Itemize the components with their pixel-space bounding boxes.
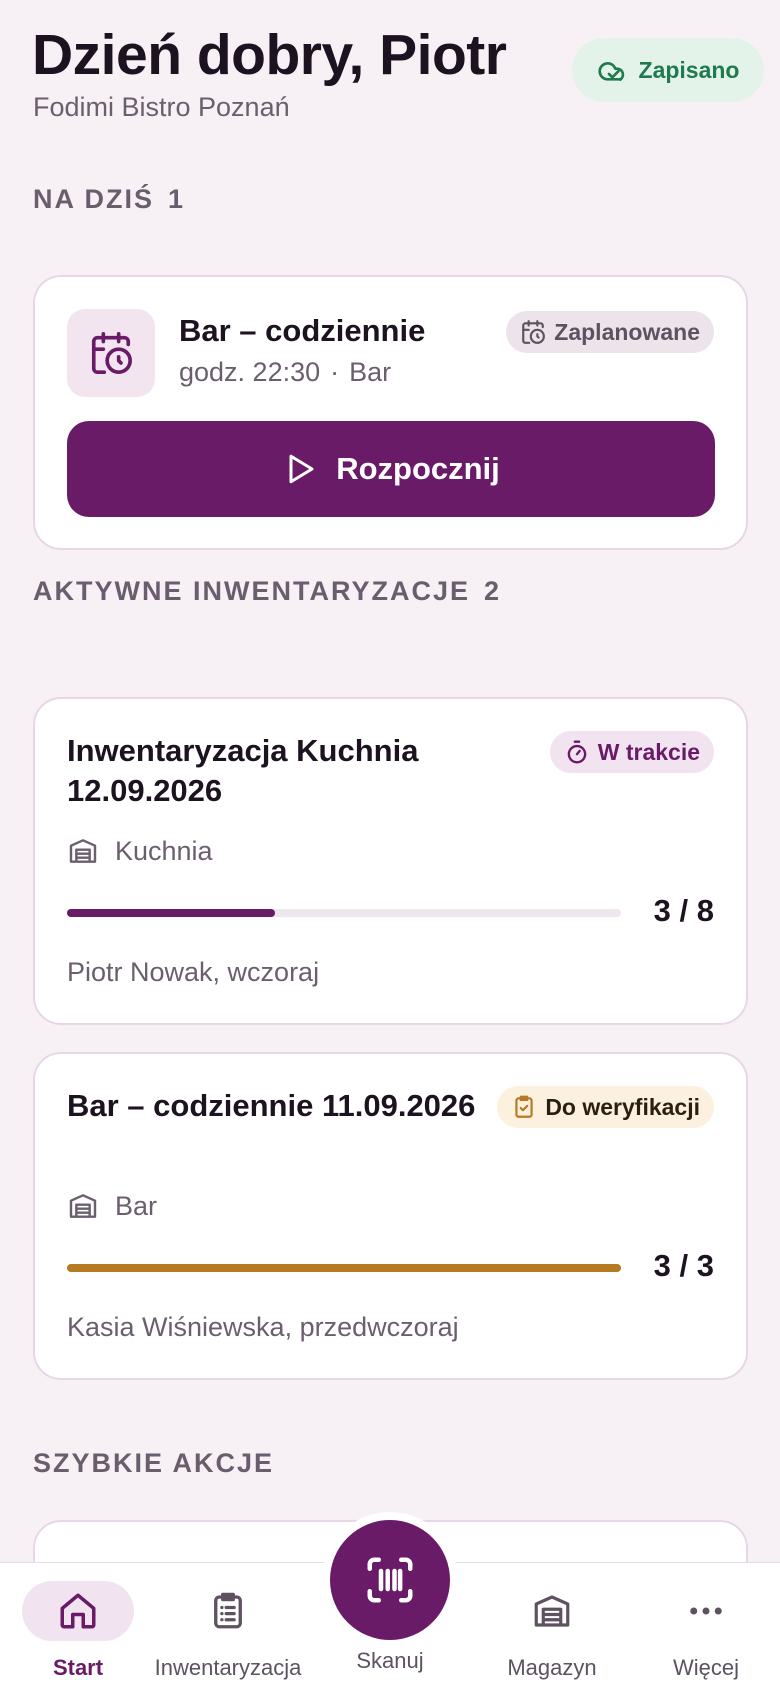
nav-item-more[interactable]: Więcej: [628, 1563, 780, 1688]
inventory-author: Kasia Wiśniewska, przedwczoraj: [67, 1312, 459, 1342]
nav-icon-more: [650, 1581, 762, 1641]
status-badge-label: W trakcie: [597, 738, 700, 765]
nav-item-inventory[interactable]: Inwentaryzacja: [150, 1563, 306, 1688]
scheduled-task-title: Bar – codziennie: [179, 313, 426, 348]
status-badge: Do weryfikacji: [497, 1086, 714, 1128]
warehouse-icon: [69, 839, 97, 863]
progress-bar: [67, 1264, 621, 1272]
scheduled-badge: Zaplanowane: [506, 311, 714, 353]
section-title-active-label: AKTYWNE INWENTARYZACJE: [33, 576, 470, 606]
nav-item-warehouse[interactable]: Magazyn: [474, 1563, 630, 1688]
nav-label-more: Więcej: [672, 1655, 739, 1680]
progress-count: 3 / 3: [653, 1248, 714, 1283]
inventory-card[interactable]: Inwentaryzacja Kuchnia 12.09.2026 W trak…: [33, 697, 748, 1025]
section-title-today-label: NA DZIŚ: [33, 184, 154, 214]
clipboard-check-icon: [515, 1095, 533, 1118]
progress-count: 3 / 8: [653, 893, 714, 928]
inventory-location-label: Kuchnia: [115, 835, 213, 866]
scan-button[interactable]: [330, 1520, 450, 1640]
section-count-today: 1: [168, 184, 186, 214]
saved-status-label: Zapisano: [638, 56, 740, 83]
section-count-active: 2: [484, 576, 502, 606]
start-button[interactable]: Rozpocznij: [67, 421, 715, 517]
inventory-card[interactable]: Bar – codziennie 11.09.2026 Do weryfikac…: [33, 1052, 748, 1380]
cloud-check-icon: [597, 62, 624, 81]
progress-fill: [67, 1264, 621, 1272]
progress-bar: [67, 909, 621, 917]
nav-icon-start: [22, 1581, 134, 1641]
section-title-active: AKTYWNE INWENTARYZACJE 2: [33, 576, 501, 607]
inventory-title: Bar – codziennie 11.09.2026: [67, 1088, 476, 1123]
inventory-title: Inwentaryzacja Kuchnia 12.09.2026: [67, 733, 419, 808]
calendar-clock-icon: [522, 320, 546, 344]
scheduled-task-meta: godz. 22:30 · Bar: [179, 357, 391, 388]
saved-status-badge: Zapisano: [572, 38, 764, 102]
venue-name: Fodimi Bistro Poznań: [33, 92, 290, 122]
scheduled-task-location: Bar: [349, 357, 392, 387]
nav-icon-warehouse: [496, 1581, 608, 1641]
nav-label-inventory: Inwentaryzacja: [154, 1655, 302, 1680]
nav-label-start: Start: [52, 1655, 104, 1680]
clipboard-list-icon: [214, 1592, 242, 1629]
nav-icon-inventory: [172, 1581, 284, 1641]
start-button-label: Rozpocznij: [336, 451, 500, 486]
calendar-clock-icon: [67, 309, 155, 397]
inventory-location: Bar: [67, 1190, 157, 1222]
nav-label-scan: Skanuj: [356, 1648, 424, 1673]
status-badge-label: Do weryfikacji: [545, 1093, 700, 1120]
section-title-quick-actions: SZYBKIE AKCJE: [33, 1448, 275, 1478]
nav-item-start[interactable]: Start: [0, 1563, 156, 1688]
scheduled-task-card[interactable]: Bar – codziennie godz. 22:30 · Bar Zaplano…: [33, 275, 748, 550]
page-title: Dzień dobry, Piotr: [32, 23, 507, 87]
scan-icon: [367, 1557, 413, 1603]
scheduled-task-time: godz. 22:30: [179, 357, 321, 387]
section-title-today: NA DZIŚ 1: [33, 184, 185, 215]
meta-separator: ·: [330, 357, 340, 387]
scheduled-badge-label: Zaplanowane: [554, 318, 700, 345]
status-badge: W trakcie: [549, 731, 714, 773]
home-screen: Dzień dobry, Piotr Fodimi Bistro Poznań …: [0, 0, 780, 1688]
play-icon: [289, 454, 314, 484]
progress-fill: [67, 909, 275, 917]
timer-icon: [567, 740, 587, 764]
warehouse-icon: [69, 1194, 97, 1218]
nav-label-warehouse: Magazyn: [507, 1655, 597, 1680]
home-icon: [60, 1593, 96, 1629]
inventory-location-label: Bar: [115, 1190, 158, 1221]
warehouse-icon: [534, 1595, 570, 1627]
more-icon: [690, 1607, 722, 1615]
inventory-author: Piotr Nowak, wczoraj: [67, 957, 320, 987]
inventory-location: Kuchnia: [67, 835, 213, 867]
